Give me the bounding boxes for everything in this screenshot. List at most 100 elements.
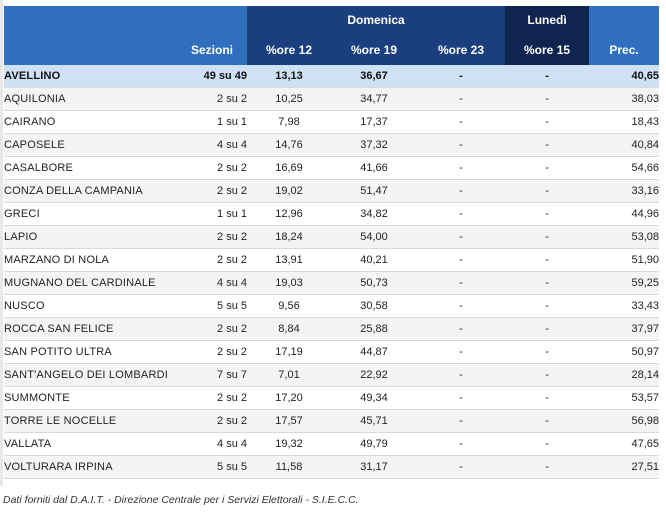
- cell-ore19: 45,71: [331, 409, 417, 433]
- cell-prec: 59,25: [589, 271, 660, 295]
- cell-ore12: 11,58: [247, 455, 331, 479]
- cell-ore12: 12,96: [247, 202, 331, 226]
- cell-comune: CAPOSELE: [4, 133, 169, 157]
- cell-ore12: 17,20: [247, 386, 331, 410]
- cell-ore23: -: [417, 179, 506, 203]
- cell-ore19: 22,92: [331, 363, 417, 387]
- cell-ore12: 10,25: [247, 87, 331, 111]
- cell-ore19: 44,87: [331, 340, 417, 364]
- cell-ore19: 51,47: [331, 179, 417, 203]
- cell-ore23: -: [417, 455, 506, 479]
- cell-prec: 44,96: [589, 202, 660, 226]
- cell-sezioni: 2 su 2: [169, 409, 247, 433]
- cell-sezioni: 2 su 2: [169, 225, 247, 249]
- cell-sezioni: 5 su 5: [169, 455, 247, 479]
- table-row: CONZA DELLA CAMPANIA 2 su 2 19,02 51,47- -33…: [4, 179, 660, 203]
- cell-ore19: 37,32: [331, 133, 417, 157]
- cell-ore19: 25,88: [331, 317, 417, 341]
- cell-ore12: 16,69: [247, 156, 331, 180]
- cell-comune: AQUILONIA: [4, 87, 169, 111]
- cell-ore15: -: [505, 409, 590, 433]
- cell-comune: LAPIO: [4, 225, 169, 249]
- cell-ore15: -: [505, 225, 590, 249]
- cell-ore23: -: [417, 294, 506, 318]
- group-header-blank: [4, 6, 247, 34]
- cell-ore19: 40,21: [331, 248, 417, 272]
- cell-ore12: 8,84: [247, 317, 331, 341]
- cell-ore15: -: [505, 340, 590, 364]
- cell-sezioni: 2 su 2: [169, 156, 247, 180]
- group-header-domenica: Domenica: [247, 6, 506, 34]
- cell-prec: 53,08: [589, 225, 660, 249]
- column-header-ore15: %ore 15: [505, 34, 590, 65]
- cell-comune: SUMMONTE: [4, 386, 169, 410]
- cell-ore12: 7,01: [247, 363, 331, 387]
- table-row: ROCCA SAN FELICE 2 su 2 8,84 25,88- -37,97: [4, 317, 660, 341]
- table-row: MUGNANO DEL CARDINALE 4 su 4 19,03 50,73- -5…: [4, 271, 660, 295]
- cell-ore23: -: [417, 432, 506, 456]
- cell-ore15: -: [505, 133, 590, 157]
- table-row: TORRE LE NOCELLE 2 su 2 17,57 45,71- -56,98: [4, 409, 660, 433]
- cell-sezioni: 49 su 49: [169, 65, 247, 88]
- cell-sezioni: 4 su 4: [169, 133, 247, 157]
- cell-prec: 54,66: [589, 156, 660, 180]
- cell-comune: SANT'ANGELO DEI LOMBARDI: [4, 363, 169, 387]
- cell-prec: 56,98: [589, 409, 660, 433]
- cell-ore23: -: [417, 363, 506, 387]
- cell-prec: 28,14: [589, 363, 660, 387]
- cell-ore12: 19,03: [247, 271, 331, 295]
- cell-sezioni: 1 su 1: [169, 110, 247, 134]
- cell-ore15: -: [505, 202, 590, 226]
- table-row: GRECI 1 su 1 12,96 34,82- -44,96: [4, 202, 660, 226]
- group-header-blank-right: [589, 6, 660, 34]
- cell-ore23: -: [417, 65, 506, 88]
- cell-ore23: -: [417, 202, 506, 226]
- cell-prec: 53,57: [589, 386, 660, 410]
- cell-prec: 40,84: [589, 133, 660, 157]
- table-row: LAPIO 2 su 2 18,24 54,00- -53,08: [4, 225, 660, 249]
- cell-prec: 37,97: [589, 317, 660, 341]
- cell-comune: VOLTURARA IRPINA: [4, 455, 169, 479]
- cell-ore12: 14,76: [247, 133, 331, 157]
- cell-ore15: -: [505, 87, 590, 111]
- cell-ore12: 9,56: [247, 294, 331, 318]
- cell-ore23: -: [417, 133, 506, 157]
- cell-ore23: -: [417, 386, 506, 410]
- cell-sezioni: 5 su 5: [169, 294, 247, 318]
- cell-comune: CAIRANO: [4, 110, 169, 134]
- cell-prec: 51,90: [589, 248, 660, 272]
- cell-ore23: -: [417, 271, 506, 295]
- cell-sezioni: 2 su 2: [169, 317, 247, 341]
- cell-ore15: -: [505, 455, 590, 479]
- cell-comune: SAN POTITO ULTRA: [4, 340, 169, 364]
- table-row-total: AVELLINO 49 su 49 13,13 36,67 - - 40,65: [4, 65, 660, 88]
- cell-ore15: -: [505, 179, 590, 203]
- cell-sezioni: 2 su 2: [169, 386, 247, 410]
- cell-ore12: 19,32: [247, 432, 331, 456]
- cell-comune: MUGNANO DEL CARDINALE: [4, 271, 169, 295]
- cell-ore23: -: [417, 87, 506, 111]
- group-header-lunedi: Lunedì: [505, 6, 590, 34]
- cell-ore19: 50,73: [331, 271, 417, 295]
- table-row: CAPOSELE 4 su 4 14,76 37,32- -40,84: [4, 133, 660, 157]
- cell-ore12: 17,19: [247, 340, 331, 364]
- cell-ore19: 34,82: [331, 202, 417, 226]
- cell-ore23: -: [417, 409, 506, 433]
- cell-sezioni: 2 su 2: [169, 248, 247, 272]
- table-row: VOLTURARA IRPINA 5 su 5 11,58 31,17- -27,51: [4, 455, 660, 479]
- cell-sezioni: 7 su 7: [169, 363, 247, 387]
- cell-sezioni: 4 su 4: [169, 271, 247, 295]
- cell-ore15: -: [505, 317, 590, 341]
- cell-sezioni: 4 su 4: [169, 432, 247, 456]
- cell-ore15: -: [505, 432, 590, 456]
- group-header-row: Domenica Lunedì: [4, 6, 660, 34]
- cell-sezioni: 2 su 2: [169, 179, 247, 203]
- cell-sezioni: 2 su 2: [169, 340, 247, 364]
- cell-ore15: -: [505, 248, 590, 272]
- turnout-widget: Domenica Lunedì Sezioni %ore 12 %ore 19 …: [0, 0, 666, 512]
- cell-prec: 27,51: [589, 455, 660, 479]
- column-header-ore19: %ore 19: [331, 34, 417, 65]
- cell-sezioni: 1 su 1: [169, 202, 247, 226]
- cell-comune: CASALBORE: [4, 156, 169, 180]
- cell-ore15: -: [505, 386, 590, 410]
